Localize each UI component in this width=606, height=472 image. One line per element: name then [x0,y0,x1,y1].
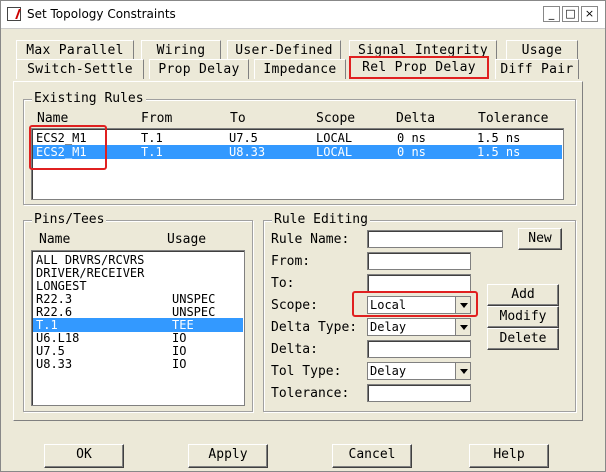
col-header-scope: Scope [316,111,356,126]
table-row[interactable]: ECS2_M1 T.1 U7.5 LOCAL 0 ns 1.5 ns [33,131,562,145]
rule-editing-label: Rule Editing [272,212,370,227]
cell-to: U8.33 [229,145,266,159]
pins-tees-label: Pins/Tees [32,212,107,227]
list-item[interactable]: R22.3 UNSPEC [33,292,243,306]
chevron-down-icon[interactable] [455,319,470,335]
cell-delta: 0 ns [397,131,426,145]
col-header-from: From [141,111,173,126]
to-label: To: [271,276,295,291]
list-item[interactable]: T.1 TEE [33,318,243,332]
tol-type-select[interactable]: Delay [367,362,471,380]
cell-delta: 0 ns [397,145,426,159]
cell-name: ECS2_M1 [36,145,87,159]
tab-impedance[interactable]: Impedance [254,59,346,79]
list-item[interactable]: U7.5 IO [33,344,243,358]
rule-name-label: Rule Name: [271,232,350,247]
cell-from: T.1 [141,131,163,145]
list-item[interactable]: U6.L18 IO [33,331,243,345]
col-header-delta: Delta [396,111,436,126]
delta-type-value: Delay [370,320,407,334]
close-button[interactable]: × [581,6,598,22]
tab-usage[interactable]: Usage [506,40,578,60]
pins-tees-list[interactable]: ALL DRVRS/RCVRS DRIVER/RECEIVER LONGEST … [31,250,245,406]
delta-label: Delta: [271,342,318,357]
maximize-button[interactable]: □ [562,6,579,22]
ok-button[interactable]: OK [44,444,124,468]
window-title: Set Topology Constraints [27,7,176,21]
chevron-down-icon[interactable] [455,363,470,379]
cell-to: U7.5 [229,131,258,145]
cell-from: T.1 [141,145,163,159]
pin-name: ALL DRVRS/RCVRS [36,253,145,267]
scope-label: Scope: [271,298,318,313]
pin-name: T.1 [36,318,58,332]
minimize-button[interactable]: _ [543,6,560,22]
title-bar: Set Topology Constraints _ □ × [1,1,605,29]
tab-prop-delay[interactable]: Prop Delay [149,59,249,79]
delta-input[interactable] [367,340,471,358]
existing-rules-list[interactable]: ECS2_M1 T.1 U7.5 LOCAL 0 ns 1.5 ns ECS2_… [31,128,564,200]
pin-name: R22.3 [36,292,73,306]
cell-tolerance: 1.5 ns [477,145,521,159]
cell-scope: LOCAL [316,131,353,145]
delta-type-select[interactable]: Delay [367,318,471,336]
scope-select[interactable]: Local [367,296,471,314]
pin-usage: IO [172,344,187,358]
new-button[interactable]: New [518,228,562,250]
list-item[interactable]: U8.33 IO [33,357,243,371]
tol-type-label: Tol Type: [271,364,342,379]
pins-col-name: Name [39,232,71,247]
delete-button[interactable]: Delete [487,328,559,350]
pin-usage: IO [172,357,187,371]
cell-scope: LOCAL [316,145,353,159]
tab-max-parallel[interactable]: Max Parallel [16,40,134,60]
cell-name: ECS2_M1 [36,131,87,145]
dialog-window: Set Topology Constraints _ □ × Max Paral… [0,0,606,472]
existing-rules-label: Existing Rules [32,91,146,106]
list-item[interactable]: DRIVER/RECEIVER [33,266,243,280]
tol-type-value: Delay [370,364,407,378]
pin-name: U7.5 [36,344,65,358]
pin-usage: UNSPEC [172,305,216,319]
tab-diff-pair[interactable]: Diff Pair [495,59,579,79]
from-label: From: [271,254,311,269]
help-button[interactable]: Help [469,444,549,468]
tab-user-defined[interactable]: User-Defined [227,40,341,60]
rule-name-input[interactable] [367,230,503,248]
cell-tolerance: 1.5 ns [477,131,521,145]
pin-name: U6.L18 [36,331,80,345]
cancel-button[interactable]: Cancel [332,444,412,468]
col-header-name: Name [37,111,69,126]
pin-name: R22.6 [36,305,73,319]
pins-col-usage: Usage [167,232,207,247]
pin-usage: TEE [172,318,194,332]
list-item[interactable]: ALL DRVRS/RCVRS [33,253,243,267]
col-header-tolerance: Tolerance [478,111,549,126]
pin-name: LONGEST [36,279,87,293]
tab-rel-prop-delay[interactable]: Rel Prop Delay [349,56,489,79]
from-input[interactable] [367,252,471,270]
table-row[interactable]: ECS2_M1 T.1 U8.33 LOCAL 0 ns 1.5 ns [33,145,562,159]
apply-button[interactable]: Apply [188,444,268,468]
pin-name: DRIVER/RECEIVER [36,266,145,280]
app-icon [7,7,21,21]
col-header-to: To [230,111,246,126]
tab-switch-settle[interactable]: Switch-Settle [16,59,144,79]
pin-usage: IO [172,331,187,345]
delta-type-label: Delta Type: [271,320,358,335]
to-input[interactable] [367,274,471,292]
modify-button[interactable]: Modify [487,306,559,328]
scope-value: Local [370,298,407,312]
add-button[interactable]: Add [487,284,559,306]
list-item[interactable]: LONGEST [33,279,243,293]
tolerance-label: Tolerance: [271,386,350,401]
list-item[interactable]: R22.6 UNSPEC [33,305,243,319]
pin-name: U8.33 [36,357,73,371]
pin-usage: UNSPEC [172,292,216,306]
tab-wiring[interactable]: Wiring [141,40,221,60]
chevron-down-icon[interactable] [455,297,470,313]
tolerance-input[interactable] [367,384,471,402]
